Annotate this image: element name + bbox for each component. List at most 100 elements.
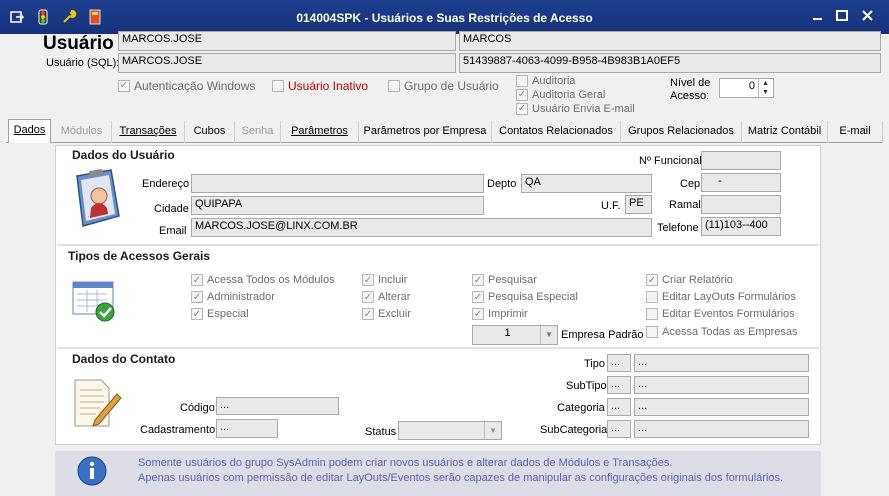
tab-transacoes[interactable]: Transações	[112, 121, 185, 143]
n-funcional-field[interactable]	[701, 151, 781, 170]
tab-cubos[interactable]: Cubos	[185, 121, 235, 143]
cep-field[interactable]: -	[701, 173, 781, 192]
close-button[interactable]	[858, 8, 878, 24]
usuario-inativo-checkbox[interactable]: Usuário Inativo	[272, 79, 368, 93]
spinner-arrows-icon[interactable]: ▲ ▼	[758, 79, 772, 97]
checkmark-icon: ✓	[118, 80, 130, 92]
minimize-button[interactable]	[808, 8, 828, 24]
depto-label: Depto	[487, 178, 517, 190]
usuario-label: Usuário	[43, 33, 114, 54]
criar-relatorio-checkbox[interactable]: ✓ Criar Relatório	[646, 274, 733, 286]
contato-title: Dados do Contato	[72, 352, 176, 366]
telefone-field[interactable]: (11)103--400	[701, 217, 781, 236]
tipo-desc-field[interactable]: ...	[634, 354, 809, 372]
chevron-down-icon[interactable]: ▼	[484, 422, 501, 439]
guid-field: 51439887-4063-4099-B958-4B983B1A0EF5	[459, 53, 881, 73]
auditoria-checkbox[interactable]: Auditoria	[516, 75, 575, 87]
excluir-checkbox[interactable]: ✓ Excluir	[362, 308, 411, 320]
acessa-todas-empresas-checkbox[interactable]: Acessa Todas as Empresas	[646, 326, 798, 338]
cadastramento-field[interactable]: ...	[216, 419, 278, 438]
tab-matriz-contabil[interactable]: Matriz Contábil	[742, 121, 828, 143]
cidade-label: Cidade	[154, 203, 189, 215]
imprimir-checkbox[interactable]: ✓ Imprimir	[472, 308, 528, 320]
subcategoria-code-field[interactable]: ...	[607, 420, 631, 438]
sql-login-field[interactable]: MARCOS.JOSE	[118, 53, 456, 73]
especial-checkbox[interactable]: ✓ Especial	[191, 308, 249, 320]
codigo-field[interactable]: ...	[216, 397, 339, 415]
divider	[57, 244, 819, 246]
document-edit-icon	[71, 378, 123, 428]
cep-label: Cep	[680, 178, 701, 190]
info-line-1: Somente usuários do grupo SysAdmin podem…	[138, 457, 673, 469]
cidade-field[interactable]: QUIPAPA	[191, 196, 484, 215]
auditoria-geral-checkbox[interactable]: ✓ Auditoria Geral	[516, 89, 605, 101]
auth-windows-checkbox[interactable]: ✓ Autenticação Windows	[118, 79, 255, 93]
depto-field[interactable]: QA	[521, 174, 652, 193]
checkmark-icon: ✓	[191, 274, 203, 286]
usuario-envia-email-checkbox[interactable]: ✓ Usuário Envia E-mail	[516, 103, 635, 115]
tab-email[interactable]: E-mail	[828, 121, 883, 143]
checkmark-icon: ✓	[191, 291, 203, 303]
cadastramento-label: Cadastramento	[140, 424, 216, 436]
checkmark-icon: ✓	[472, 291, 484, 303]
acessos-title: Tipos de Acessos Gerais	[68, 249, 211, 263]
tab-dados[interactable]: Dados	[8, 119, 51, 143]
ramal-field[interactable]	[701, 195, 781, 214]
pesquisar-checkbox[interactable]: ✓ Pesquisar	[472, 274, 537, 286]
categoria-code-field[interactable]: ...	[607, 398, 631, 416]
editar-eventos-checkbox[interactable]: Editar Eventos Formulários	[646, 308, 795, 320]
usuario-sql-label: Usuário (SQL):	[46, 57, 120, 69]
nivel-acesso-label: Nível de	[670, 77, 711, 89]
login-field[interactable]: MARCOS.JOSE	[118, 31, 456, 51]
email-label: Email	[159, 225, 187, 237]
pesquisa-especial-checkbox[interactable]: ✓ Pesquisa Especial	[472, 291, 578, 303]
tab-senha[interactable]: Senha	[235, 121, 281, 143]
empresa-padrao-label: Empresa Padrão	[561, 329, 644, 341]
editar-layouts-checkbox[interactable]: Editar LayOuts Formulários	[646, 291, 796, 303]
incluir-checkbox[interactable]: ✓ Incluir	[362, 274, 407, 286]
nivel-acesso-label-2: Acesso:	[670, 90, 710, 102]
subcategoria-label: SubCategoria	[540, 424, 608, 436]
tab-modulos[interactable]: Módulos	[52, 121, 112, 143]
categoria-desc-field[interactable]: ...	[634, 398, 809, 416]
categoria-label: Categoria	[557, 402, 605, 414]
grupo-usuario-checkbox[interactable]: Grupo de Usuário	[388, 79, 499, 93]
ramal-label: Ramal	[669, 199, 701, 211]
acessa-todos-modulos-checkbox[interactable]: ✓ Acessa Todos os Módulos	[191, 274, 335, 286]
checkmark-icon: ✓	[362, 308, 374, 320]
alterar-checkbox[interactable]: ✓ Alterar	[362, 291, 410, 303]
n-funcional-label: Nº Funcional	[639, 155, 702, 167]
subcategoria-desc-field[interactable]: ...	[634, 420, 809, 438]
checkmark-icon: ✓	[362, 274, 374, 286]
subtipo-label: SubTipo	[566, 380, 607, 392]
checkmark-icon: ✓	[362, 291, 374, 303]
tab-parametros-empresa[interactable]: Parâmetros por Empresa	[359, 121, 492, 143]
checkmark-icon: ✓	[472, 274, 484, 286]
maximize-button[interactable]	[832, 8, 852, 24]
subtipo-code-field[interactable]: ...	[607, 376, 631, 394]
divider	[57, 347, 819, 349]
checkmark-icon: ✓	[646, 274, 658, 286]
name-field[interactable]: MARCOS	[459, 31, 881, 51]
tab-grupos-relacionados[interactable]: Grupos Relacionados	[621, 121, 742, 143]
email-field[interactable]: MARCOS.JOSE@LINX.COM.BR	[191, 218, 652, 237]
subtipo-desc-field[interactable]: ...	[634, 376, 809, 394]
uf-label: U.F.	[601, 200, 621, 212]
endereco-field[interactable]	[191, 174, 484, 193]
checkmark-icon: ✓	[472, 308, 484, 320]
checkmark-icon: ✓	[516, 103, 528, 115]
tab-bar: Dados Módulos Transações Cubos Senha Par…	[6, 119, 883, 143]
tab-parametros[interactable]: Parâmetros	[281, 121, 359, 143]
tipo-code-field[interactable]: ...	[607, 354, 631, 372]
uf-field[interactable]: PE	[625, 195, 652, 214]
checkmark-icon: ✓	[191, 308, 203, 320]
form-check-icon	[71, 278, 119, 322]
chevron-down-icon[interactable]: ▼	[540, 326, 557, 344]
info-icon	[77, 456, 107, 486]
administrador-checkbox[interactable]: ✓ Administrador	[191, 291, 275, 303]
endereco-label: Endereço	[142, 178, 190, 190]
info-line-2: Apenas usuários com permissão de editar …	[138, 472, 784, 484]
tab-contatos-relacionados[interactable]: Contatos Relacionados	[492, 121, 621, 143]
codigo-label: Código	[180, 402, 215, 414]
telefone-label: Telefone	[657, 222, 699, 234]
